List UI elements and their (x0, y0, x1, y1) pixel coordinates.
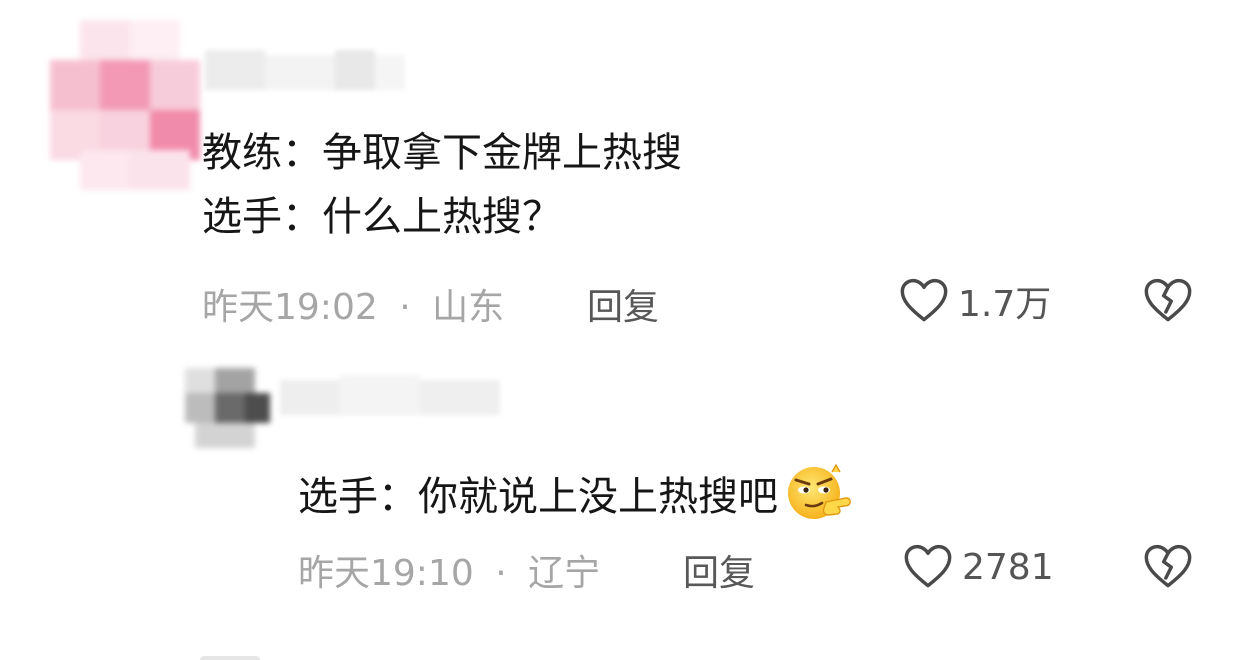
comment-meta: 昨天19:02 · 山东 (202, 278, 504, 330)
meta-separator: · (399, 287, 411, 328)
comment-meta: 昨天19:10 · 辽宁 (298, 544, 600, 596)
timestamp: 昨天19:02 (202, 287, 378, 328)
reply-button[interactable]: 回复 (587, 278, 659, 330)
next-comment-avatar[interactable] (200, 656, 260, 660)
like-button[interactable]: 1.7万 (898, 274, 1051, 328)
broken-heart-icon (1142, 544, 1194, 594)
comment-text-line-1: 选手：你就说上没上热搜吧 (298, 462, 854, 531)
heart-outline-icon (898, 274, 950, 328)
heart-outline-icon (902, 540, 954, 594)
avatar[interactable] (175, 368, 275, 448)
broken-heart-icon (1142, 278, 1194, 328)
timestamp: 昨天19:10 (298, 553, 474, 594)
location: 山东 (432, 287, 505, 328)
username[interactable] (280, 375, 500, 420)
reply-button[interactable]: 回复 (683, 544, 755, 596)
smirk-pointing-emoji (782, 462, 854, 531)
like-count: 1.7万 (958, 284, 1052, 325)
like-count: 2781 (962, 546, 1054, 588)
username[interactable] (205, 50, 405, 95)
avatar[interactable] (50, 20, 200, 190)
dislike-button[interactable] (1142, 540, 1194, 594)
comment-text-line-1: 教练：争取拿下金牌上热搜 (202, 130, 682, 176)
like-button[interactable]: 2781 (902, 540, 1054, 594)
meta-separator: · (495, 553, 507, 594)
location: 辽宁 (528, 553, 601, 594)
comment-text-line-2: 选手：什么上热搜？ (202, 194, 562, 240)
dislike-button[interactable] (1142, 274, 1194, 328)
